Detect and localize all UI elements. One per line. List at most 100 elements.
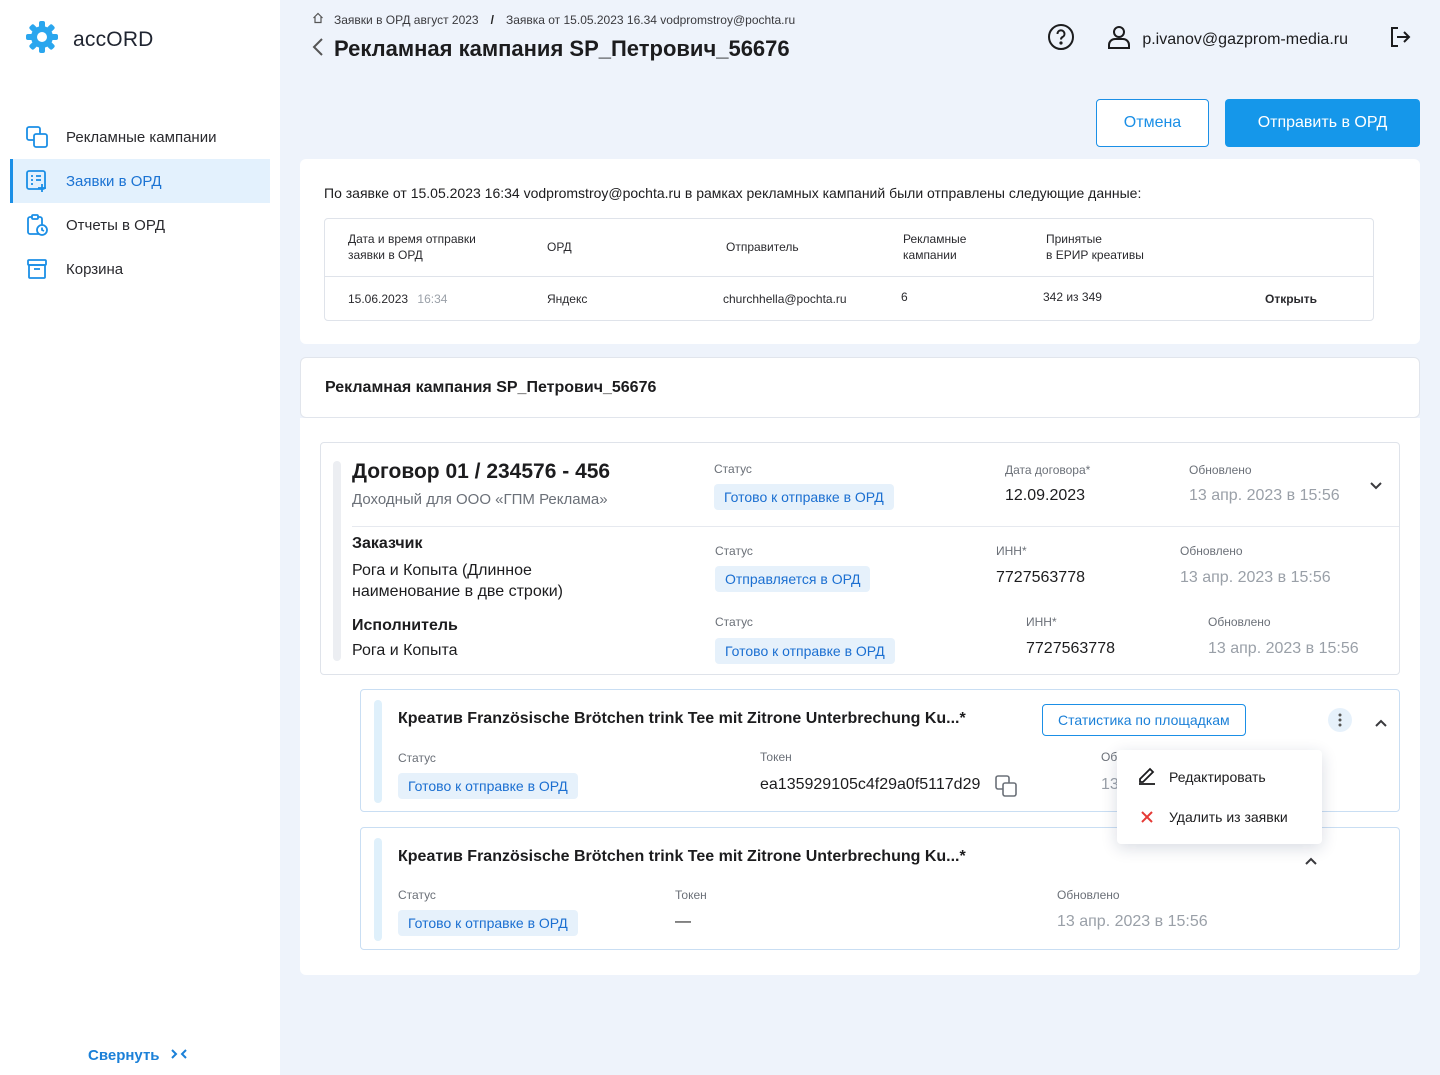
app-name: accORD	[73, 27, 154, 51]
copy-icon	[24, 124, 50, 150]
customer-updated: 13 апр. 2023 в 15:56	[1180, 569, 1331, 586]
collapse-sidebar-button[interactable]: Свернуть	[88, 1047, 188, 1064]
column-header-campaigns: Рекламные кампании	[903, 232, 967, 262]
cancel-button[interactable]: Отмена	[1096, 99, 1209, 147]
home-icon[interactable]	[312, 12, 324, 27]
open-link[interactable]: Открыть	[1265, 292, 1317, 306]
contract-title: Договор 01 / 234576 - 456	[352, 460, 611, 483]
column-header-ord: ОРД	[547, 240, 572, 254]
cell-date: 15.06.2023 16:34	[348, 292, 447, 306]
creative-token-label: Токен	[675, 888, 707, 902]
page-title-text: Рекламная кампания SP_Петрович_56676	[334, 36, 790, 61]
chevron-up-icon[interactable]	[1374, 715, 1388, 733]
creative-token: —	[675, 913, 691, 930]
collapse-label: Свернуть	[88, 1047, 160, 1064]
customer-inn-label: ИНН*	[996, 544, 1027, 558]
send-to-ord-button[interactable]: Отправить в ОРД	[1225, 99, 1420, 147]
contract-subtitle: Доходный для ООО «ГПМ Реклама»	[352, 491, 608, 508]
campaign-header: Рекламная кампания SP_Петрович_56676	[300, 357, 1420, 418]
sidebar-item-label: Корзина	[66, 260, 124, 278]
sidebar-nav: Рекламные кампании Заявки в ОРД Отчеты в…	[10, 115, 270, 291]
executor-inn: 7727563778	[1026, 640, 1115, 657]
creative-title: Креатив Französische Brötchen trink Tee …	[398, 710, 966, 727]
creative-updated-label: Об	[1101, 750, 1118, 764]
list-add-icon	[24, 168, 50, 194]
pencil-icon	[1137, 765, 1157, 788]
creative-token: ea135929105c4f29a0f5117d29	[760, 776, 981, 793]
platform-stats-button[interactable]: Статистика по площадкам	[1042, 704, 1246, 736]
sidebar-item-reports[interactable]: Отчеты в ОРД	[10, 203, 270, 247]
menu-item-delete[interactable]: Удалить из заявки	[1137, 809, 1288, 825]
collapse-arrows-icon	[170, 1047, 188, 1064]
status-badge: Готово к отправке в ОРД	[398, 773, 578, 799]
submission-info-text: По заявке от 15.05.2023 16:34 vodpromstr…	[324, 185, 1142, 201]
archive-icon	[24, 256, 50, 282]
status-badge: Готово к отправке в ОРД	[398, 910, 578, 936]
menu-item-label: Редактировать	[1169, 768, 1266, 785]
customer-role: Заказчик	[352, 535, 423, 552]
creative-card: Креатив Französische Brötchen trink Tee …	[360, 827, 1400, 950]
gear-icon	[25, 20, 59, 59]
creative-status-label: Статус	[398, 751, 436, 765]
contract-updated-label: Обновлено	[1189, 463, 1252, 477]
header-actions: p.ivanov@gazprom-media.ru	[1046, 22, 1412, 57]
chevron-down-icon[interactable]	[1369, 478, 1383, 496]
app-logo[interactable]: accORD	[25, 20, 154, 59]
user-email: p.ivanov@gazprom-media.ru	[1142, 30, 1348, 48]
sidebar-item-trash[interactable]: Корзина	[10, 247, 270, 291]
table-header-row	[325, 219, 1373, 277]
contract-card: Договор 01 / 234576 - 456 Доходный для О…	[320, 442, 1400, 675]
creative-updated-label: Обновлено	[1057, 888, 1120, 902]
more-options-icon[interactable]	[1328, 708, 1352, 732]
divider	[352, 526, 1399, 527]
creative-updated: 13 апр. 2023 в 15:56	[1057, 913, 1208, 930]
creative-actions-menu: Редактировать Удалить из заявки	[1117, 750, 1322, 844]
breadcrumb: Заявки в ОРД август 2023 / Заявка от 15.…	[312, 12, 795, 27]
help-icon[interactable]	[1046, 22, 1076, 57]
submission-info-card: По заявке от 15.05.2023 16:34 vodpromstr…	[300, 159, 1420, 344]
executor-updated: 13 апр. 2023 в 15:56	[1208, 640, 1359, 657]
cell-accepted: 342 из 349	[1043, 290, 1102, 304]
creative-side-bar	[374, 700, 382, 803]
executor-inn-label: ИНН*	[1026, 615, 1057, 629]
sidebar-item-label: Заявки в ОРД	[66, 172, 162, 190]
executor-status-label: Статус	[715, 615, 753, 629]
breadcrumb-separator: /	[490, 12, 494, 27]
customer-updated-label: Обновлено	[1180, 544, 1243, 558]
sidebar-item-label: Отчеты в ОРД	[66, 216, 165, 234]
back-icon[interactable]	[312, 37, 324, 62]
customer-inn: 7727563778	[996, 569, 1085, 586]
column-header-date: Дата и время отправки заявки в ОРД	[348, 232, 476, 262]
creative-side-bar	[374, 838, 382, 941]
clipboard-clock-icon	[24, 212, 50, 238]
sidebar: accORD Рекламные кампании Заявки в ОРД О…	[0, 0, 280, 1075]
cell-campaigns: 6	[901, 290, 908, 304]
cell-time-value: 16:34	[417, 292, 448, 306]
campaign-title: Рекламная кампания SP_Петрович_56676	[325, 379, 657, 396]
contract-date: 12.09.2023	[1005, 487, 1086, 504]
sidebar-item-requests[interactable]: Заявки в ОРД	[10, 159, 270, 203]
menu-item-edit[interactable]: Редактировать	[1137, 765, 1266, 788]
menu-item-label: Удалить из заявки	[1169, 809, 1288, 825]
breadcrumb-current[interactable]: Заявка от 15.05.2023 16.34 vodpromstroy@…	[506, 13, 795, 27]
creative-token-label: Токен	[760, 750, 792, 764]
sidebar-item-campaigns[interactable]: Рекламные кампании	[10, 115, 270, 159]
user-menu[interactable]: p.ivanov@gazprom-media.ru	[1106, 24, 1348, 55]
status-badge: Готово к отправке в ОРД	[715, 638, 895, 664]
contract-side-bar	[333, 461, 341, 661]
executor-updated-label: Обновлено	[1208, 615, 1271, 629]
chevron-up-icon[interactable]	[1304, 853, 1318, 871]
executor-name: Рога и Копыта	[352, 642, 458, 659]
breadcrumb-link[interactable]: Заявки в ОРД август 2023	[334, 13, 479, 27]
copy-token-icon[interactable]	[994, 774, 1018, 803]
submission-table: Дата и время отправки заявки в ОРД ОРД О…	[324, 218, 1374, 321]
contract-status-label: Статус	[714, 462, 752, 476]
logout-icon[interactable]	[1388, 25, 1412, 54]
column-header-sender: Отправитель	[726, 240, 799, 254]
user-icon	[1106, 24, 1132, 55]
creative-title: Креатив Französische Brötchen trink Tee …	[398, 848, 966, 865]
close-icon	[1137, 811, 1157, 823]
cell-date-value: 15.06.2023	[348, 292, 409, 306]
executor-role: Исполнитель	[352, 617, 458, 634]
contract-updated: 13 апр. 2023 в 15:56	[1189, 487, 1340, 504]
